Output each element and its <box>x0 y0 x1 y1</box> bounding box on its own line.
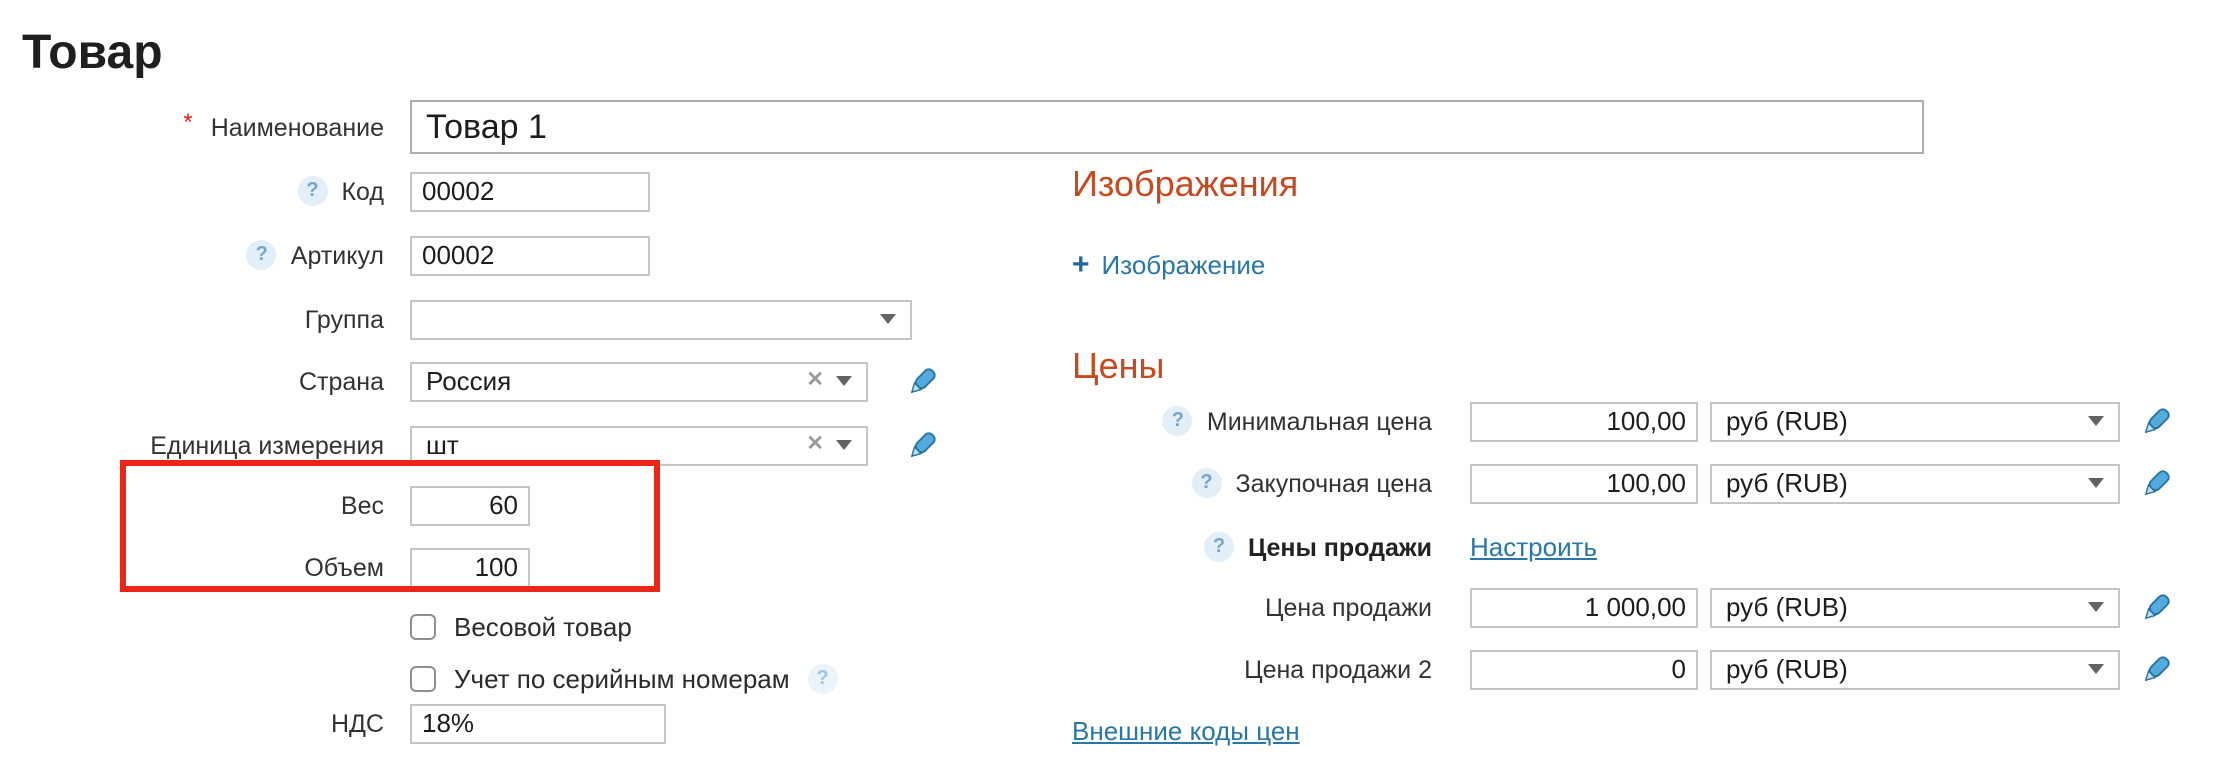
purchase-price-input[interactable] <box>1470 463 1698 503</box>
country-label: Страна <box>299 367 384 395</box>
article-label: Артикул <box>291 241 384 269</box>
page-title: Товар <box>22 26 163 82</box>
configure-link[interactable]: Настроить <box>1470 532 1597 562</box>
clear-icon[interactable]: ✕ <box>806 371 824 392</box>
vat-label: НДС <box>331 709 384 737</box>
edit-pencil-icon[interactable] <box>2140 467 2172 499</box>
currency-value: руб (RUB) <box>1726 406 2076 436</box>
edit-pencil-icon[interactable] <box>906 365 938 397</box>
sale-prices-label: Цены продажи <box>1248 533 1432 561</box>
sale-price-input[interactable] <box>1470 587 1698 627</box>
weight-label: Вес <box>341 491 384 519</box>
weight-input[interactable] <box>410 485 530 525</box>
edit-pencil-icon[interactable] <box>2140 591 2172 623</box>
images-section-title: Изображения <box>1072 164 1298 206</box>
help-icon[interactable]: ? <box>247 240 277 270</box>
volume-input[interactable] <box>410 547 530 587</box>
help-icon[interactable]: ? <box>1204 532 1234 562</box>
country-select-value: Россия <box>426 366 794 396</box>
currency-value: руб (RUB) <box>1726 468 2076 498</box>
vat-input[interactable] <box>410 703 666 743</box>
product-form-page: Товар * Наименование ? Код ? Артикул Гру… <box>0 0 2232 762</box>
help-icon[interactable]: ? <box>1163 406 1193 436</box>
sale-price-row: Цена продажи руб (RUB) <box>1072 586 2172 628</box>
edit-pencil-icon[interactable] <box>2140 653 2172 685</box>
chevron-down-icon[interactable] <box>2088 478 2104 488</box>
sale-price-currency-select[interactable]: руб (RUB) <box>1710 587 2120 627</box>
sale-price-2-input[interactable] <box>1470 649 1698 689</box>
clear-icon[interactable]: ✕ <box>806 435 824 456</box>
chevron-down-icon[interactable] <box>836 440 852 450</box>
group-select[interactable] <box>410 299 912 339</box>
currency-value: руб (RUB) <box>1726 592 2076 622</box>
country-select[interactable]: Россия ✕ <box>410 361 868 401</box>
required-mark: * <box>183 107 192 135</box>
external-codes-row: Внешние коды цен <box>1072 710 1300 752</box>
help-icon[interactable]: ? <box>1192 468 1222 498</box>
name-input[interactable] <box>410 100 1924 154</box>
sale-price-label: Цена продажи <box>1265 593 1432 621</box>
edit-pencil-icon[interactable] <box>2140 405 2172 437</box>
chevron-down-icon[interactable] <box>880 314 896 324</box>
chevron-down-icon[interactable] <box>836 376 852 386</box>
unit-label: Единица измерения <box>150 431 384 459</box>
serial-numbers-checkbox[interactable] <box>410 666 436 692</box>
purchase-price-label: Закупочная цена <box>1236 469 1433 497</box>
add-image-link[interactable]: + Изображение <box>1072 248 1265 282</box>
sale-price-2-label: Цена продажи 2 <box>1244 655 1432 683</box>
code-input[interactable] <box>410 171 650 211</box>
chevron-down-icon[interactable] <box>2088 602 2104 612</box>
purchase-price-row: ? Закупочная цена руб (RUB) <box>1072 462 2172 504</box>
min-price-label: Минимальная цена <box>1207 407 1432 435</box>
purchase-price-currency-select[interactable]: руб (RUB) <box>1710 463 2120 503</box>
article-input[interactable] <box>410 235 650 275</box>
currency-value: руб (RUB) <box>1726 654 2076 684</box>
add-image-row: + Изображение <box>1072 244 1265 286</box>
min-price-row: ? Минимальная цена руб (RUB) <box>1072 400 2172 442</box>
serial-numbers-label: Учет по серийным номерам <box>454 664 790 694</box>
add-image-label: Изображение <box>1102 250 1266 280</box>
weight-goods-checkbox[interactable] <box>410 614 436 640</box>
prices-section-title: Цены <box>1072 346 1164 388</box>
weight-goods-label: Весовой товар <box>454 612 632 642</box>
sale-price-2-currency-select[interactable]: руб (RUB) <box>1710 649 2120 689</box>
help-icon[interactable]: ? <box>808 664 838 694</box>
edit-pencil-icon[interactable] <box>906 429 938 461</box>
unit-select[interactable]: шт ✕ <box>410 425 868 465</box>
code-label: Код <box>341 177 384 205</box>
sale-price-2-row: Цена продажи 2 руб (RUB) <box>1072 648 2172 690</box>
volume-label: Объем <box>304 553 384 581</box>
help-icon[interactable]: ? <box>297 176 327 206</box>
sale-prices-row: ? Цены продажи Настроить <box>1072 526 1597 568</box>
min-price-input[interactable] <box>1470 401 1698 441</box>
chevron-down-icon[interactable] <box>2088 416 2104 426</box>
unit-select-value: шт <box>426 430 794 460</box>
group-label: Группа <box>305 305 384 333</box>
external-price-codes-link[interactable]: Внешние коды цен <box>1072 716 1300 746</box>
chevron-down-icon[interactable] <box>2088 664 2104 674</box>
min-price-currency-select[interactable]: руб (RUB) <box>1710 401 2120 441</box>
plus-icon: + <box>1072 248 1090 282</box>
name-label: Наименование <box>211 113 384 141</box>
